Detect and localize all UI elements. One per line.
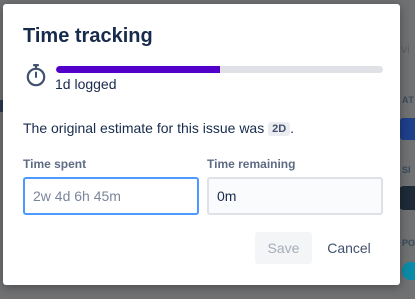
background-fragment-text: SI (402, 165, 411, 175)
background-fragment-text: PO (402, 238, 415, 248)
original-estimate-text: The original estimate for this issue was… (23, 120, 294, 136)
time-tracking-dialog: Time tracking 1d logged The original est… (3, 4, 400, 285)
background-fragment-text: AT (402, 95, 415, 105)
time-remaining-input[interactable] (207, 177, 383, 215)
logged-time-label: 1d logged (55, 76, 117, 92)
time-progress-bar (56, 66, 383, 73)
dialog-title: Time tracking (23, 25, 153, 47)
estimate-badge: 2D (268, 122, 291, 136)
stopwatch-icon (26, 64, 46, 87)
estimate-text-after: . (290, 120, 295, 136)
background-avatar (402, 262, 415, 280)
time-remaining-label: Time remaining (207, 157, 296, 171)
time-spent-label: Time spent (23, 157, 87, 171)
cancel-button[interactable]: Cancel (317, 232, 381, 264)
background-chip (400, 118, 415, 140)
background-pill (398, 186, 415, 210)
background-fragment-text: vi (401, 42, 410, 56)
time-progress-fill (56, 66, 220, 73)
estimate-text-before: The original estimate for this issue was (23, 120, 269, 136)
time-spent-input[interactable] (23, 177, 199, 215)
save-button[interactable]: Save (255, 232, 312, 264)
